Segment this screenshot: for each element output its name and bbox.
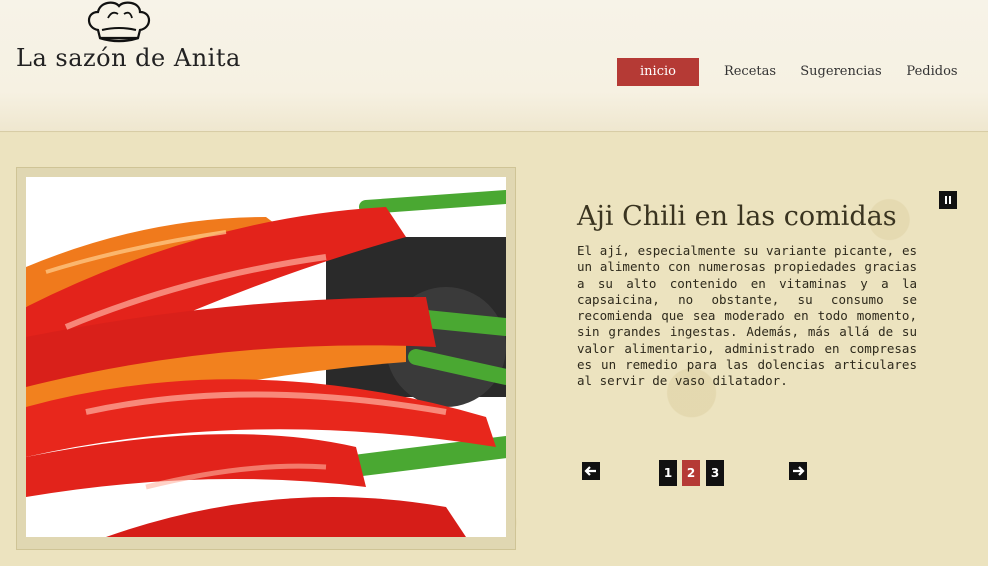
slider-prev-button[interactable] xyxy=(582,462,600,480)
arrow-right-icon xyxy=(793,466,805,476)
slide-description: El ají, especialmente su variante picant… xyxy=(577,243,917,389)
slide-image-chili-peppers xyxy=(26,177,506,537)
slider-page-3[interactable]: 3 xyxy=(706,460,724,486)
chef-hat-icon xyxy=(87,1,151,43)
main-content: Aji Chili en las comidas El ají, especia… xyxy=(0,133,988,566)
site-header: La sazón de Anita inicio Recetas Sugeren… xyxy=(0,0,988,132)
slide-title: Aji Chili en las comidas xyxy=(577,201,897,232)
slider-pause-button[interactable] xyxy=(939,191,957,209)
arrow-left-icon xyxy=(584,466,596,476)
nav-item-recetas[interactable]: Recetas xyxy=(717,58,783,86)
nav-item-pedidos[interactable]: Pedidos xyxy=(901,58,963,86)
chili-peppers-illustration xyxy=(26,177,506,537)
slider-next-button[interactable] xyxy=(789,462,807,480)
slider-page-2[interactable]: 2 xyxy=(682,460,700,486)
nav-item-inicio[interactable]: inicio xyxy=(617,58,699,86)
site-logo-text[interactable]: La sazón de Anita xyxy=(16,44,241,72)
nav-item-sugerencias[interactable]: Sugerencias xyxy=(799,58,883,86)
slider-page-1[interactable]: 1 xyxy=(659,460,677,486)
slide-image-frame xyxy=(16,167,516,550)
